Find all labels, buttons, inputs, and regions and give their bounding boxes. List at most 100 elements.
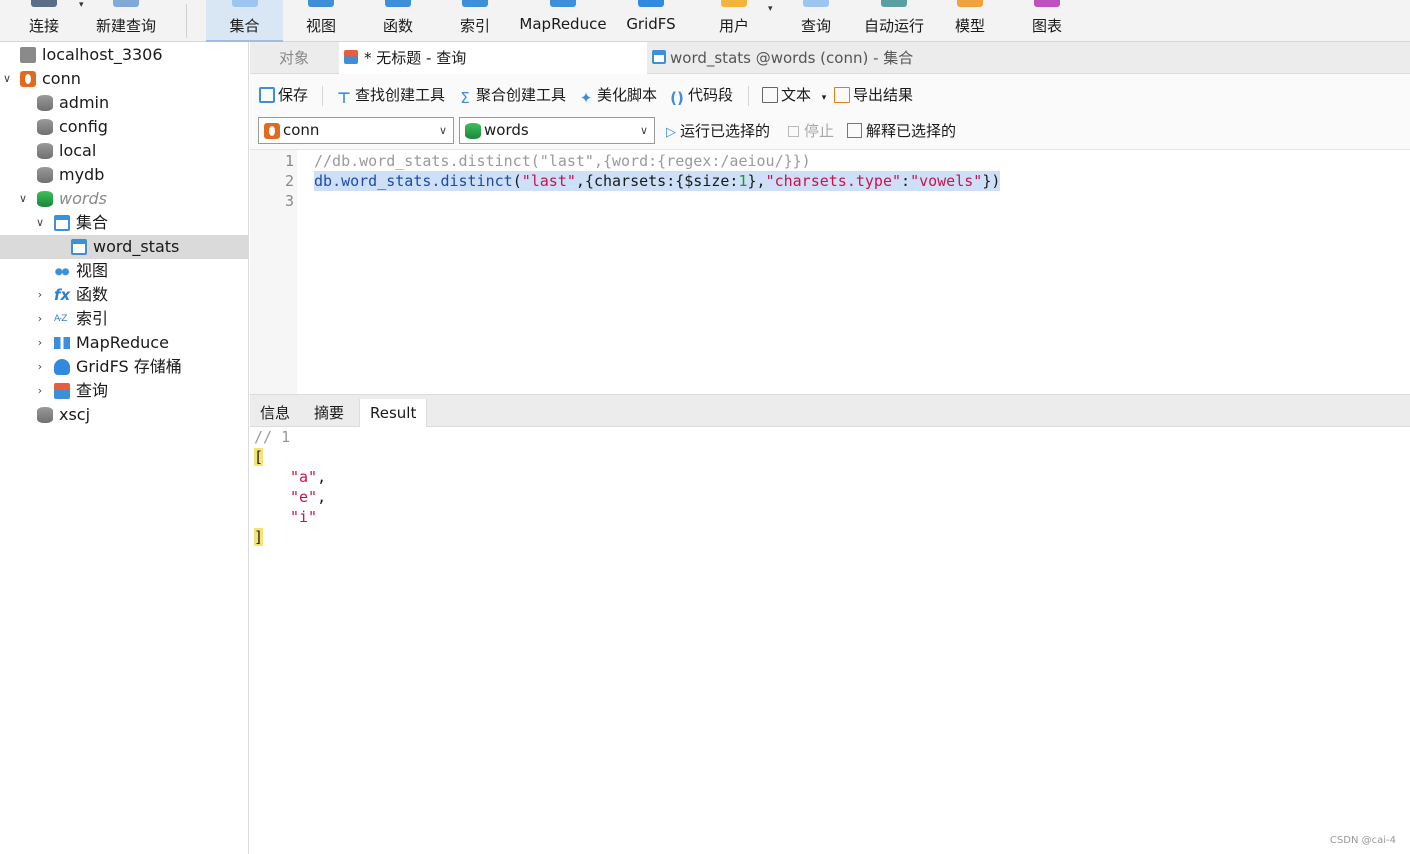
tab-summary[interactable]: 摘要 xyxy=(304,399,354,427)
tree-item-db-xscj[interactable]: xscj xyxy=(0,403,249,427)
autorun-icon xyxy=(881,0,907,7)
function-button[interactable]: 函数 xyxy=(370,0,426,42)
chevron-down-icon: ▾ xyxy=(768,4,773,14)
function-icon xyxy=(385,0,411,7)
line-number: 2 xyxy=(284,172,294,190)
collection-icon xyxy=(54,215,70,231)
document-icon xyxy=(762,87,778,103)
new-query-button[interactable]: 新建查询 xyxy=(90,0,162,42)
tree-item-collections[interactable]: ∨ 集合 xyxy=(0,211,249,235)
export-results-button[interactable]: 导出结果 xyxy=(834,85,913,105)
toolbar-divider xyxy=(322,86,323,106)
chevron-right-icon[interactable]: › xyxy=(33,379,47,403)
view-button[interactable]: 视图 xyxy=(293,0,349,42)
function-icon: fx xyxy=(54,286,71,304)
stop-icon xyxy=(788,126,799,137)
save-icon xyxy=(259,87,275,103)
result-output[interactable]: // 1 [ "a", "e", "i" ] xyxy=(250,427,1410,854)
user-button[interactable]: 用户 xyxy=(706,0,762,42)
index-icon: A-Z xyxy=(54,314,67,324)
connection-select[interactable]: conn ∨ xyxy=(258,117,454,144)
tab-info[interactable]: 信息 xyxy=(250,399,300,427)
index-button[interactable]: 索引 xyxy=(447,0,503,42)
line-number: 3 xyxy=(284,192,294,210)
stop-button[interactable]: 停止 xyxy=(788,121,834,141)
chevron-down-icon[interactable]: ∨ xyxy=(33,211,47,235)
tree-item-mapreduce[interactable]: › MapReduce xyxy=(0,331,249,355)
tab-word-stats-collection[interactable]: word_stats @words (conn) - 集合 xyxy=(648,42,954,74)
new-query-icon xyxy=(113,0,139,7)
chart-button[interactable]: 图表 xyxy=(1019,0,1075,42)
query-icon xyxy=(54,383,70,399)
chevron-down-icon: ▾ xyxy=(79,0,84,10)
tab-objects[interactable]: 对象 xyxy=(250,42,338,74)
toolbar-divider xyxy=(748,86,749,106)
chevron-down-icon[interactable]: ∨ xyxy=(16,187,30,211)
model-icon xyxy=(957,0,983,7)
tree-item-word-stats[interactable]: word_stats xyxy=(0,235,249,259)
query-icon xyxy=(803,0,829,7)
tree-item-conn[interactable]: ∨ conn xyxy=(0,67,249,91)
explain-selected-button[interactable]: 解释已选择的 xyxy=(847,121,956,141)
result-value: "i" xyxy=(290,508,318,526)
tree-item-db-admin[interactable]: admin xyxy=(0,91,249,115)
tree-item-views[interactable]: 视图 xyxy=(0,259,249,283)
tab-result[interactable]: Result xyxy=(359,399,428,428)
chevron-right-icon[interactable]: › xyxy=(33,283,47,307)
database-icon xyxy=(37,95,53,111)
tab-untitled-query[interactable]: * 无标题 - 查询 xyxy=(339,42,647,75)
run-selected-button[interactable]: ▷ 运行已选择的 xyxy=(666,121,770,141)
mapreduce-icon xyxy=(54,337,70,349)
model-button[interactable]: 模型 xyxy=(942,0,998,42)
chevron-down-icon: ▾ xyxy=(821,93,827,103)
tree-item-queries[interactable]: › 查询 xyxy=(0,379,249,403)
tree-item-host[interactable]: localhost_3306 xyxy=(0,43,249,67)
code-editor[interactable]: 1 2 3 //db.word_stats.distinct("last",{w… xyxy=(250,150,1410,394)
tree-item-db-mydb[interactable]: mydb xyxy=(0,163,249,187)
snippet-button[interactable]: () 代码段 xyxy=(669,85,733,107)
mongodb-connection-icon xyxy=(264,123,280,139)
connect-dropdown[interactable]: ▾ xyxy=(74,0,90,42)
text-mode-button[interactable]: 文本 ▾ xyxy=(762,85,826,105)
query-icon xyxy=(344,50,358,64)
result-open-bracket: [ xyxy=(254,448,264,466)
tree-item-indexes[interactable]: › A-Z 索引 xyxy=(0,307,249,331)
chevron-right-icon[interactable]: › xyxy=(33,331,47,355)
connect-icon xyxy=(31,0,57,7)
chevron-right-icon[interactable]: › xyxy=(33,355,47,379)
navigation-tree: localhost_3306 ∨ conn admin config local… xyxy=(0,42,249,854)
tree-item-db-config[interactable]: config xyxy=(0,115,249,139)
autorun-button[interactable]: 自动运行 xyxy=(856,0,932,42)
connect-button[interactable]: 连接 xyxy=(14,0,74,42)
line-number: 1 xyxy=(284,152,294,170)
tree-item-gridfs[interactable]: › GridFS 存储桶 xyxy=(0,355,249,379)
index-icon xyxy=(462,0,488,7)
gridfs-button[interactable]: GridFS xyxy=(622,0,680,42)
chevron-right-icon[interactable]: › xyxy=(33,307,47,331)
user-dropdown[interactable]: ▾ xyxy=(764,0,780,42)
magic-wand-icon: ✦ xyxy=(579,89,593,107)
tree-item-db-words[interactable]: ∨ words xyxy=(0,187,249,211)
result-count-comment: // 1 xyxy=(254,428,291,446)
code-line-2: db.word_stats.distinct("last",{charsets:… xyxy=(314,171,1001,191)
chevron-down-icon[interactable]: ∨ xyxy=(0,67,14,91)
mapreduce-button[interactable]: MapReduce xyxy=(516,0,610,42)
query-button[interactable]: 查询 xyxy=(788,0,844,42)
aggregate-builder-button[interactable]: Σ 聚合创建工具 xyxy=(457,85,566,107)
database-icon xyxy=(465,123,481,139)
mapreduce-icon xyxy=(550,0,576,7)
tree-item-db-local[interactable]: local xyxy=(0,139,249,163)
database-icon xyxy=(37,191,53,207)
mongodb-connection-icon xyxy=(20,71,36,87)
database-select[interactable]: words ∨ xyxy=(459,117,655,144)
result-tabs: 信息 摘要 Result xyxy=(250,399,1410,428)
export-icon xyxy=(834,87,850,103)
selector-row: conn ∨ words ∨ ▷ 运行已选择的 停止 解释已选择的 xyxy=(250,116,1410,150)
sigma-icon: Σ xyxy=(460,89,470,107)
find-builder-button[interactable]: ⊤ 查找创建工具 xyxy=(336,85,445,107)
beautify-button[interactable]: ✦ 美化脚本 xyxy=(578,85,657,107)
chart-icon xyxy=(1034,0,1060,7)
tree-item-functions[interactable]: › fx 函数 xyxy=(0,283,249,307)
save-button[interactable]: 保存 xyxy=(259,85,308,105)
collection-button[interactable]: 集合 xyxy=(206,0,283,42)
